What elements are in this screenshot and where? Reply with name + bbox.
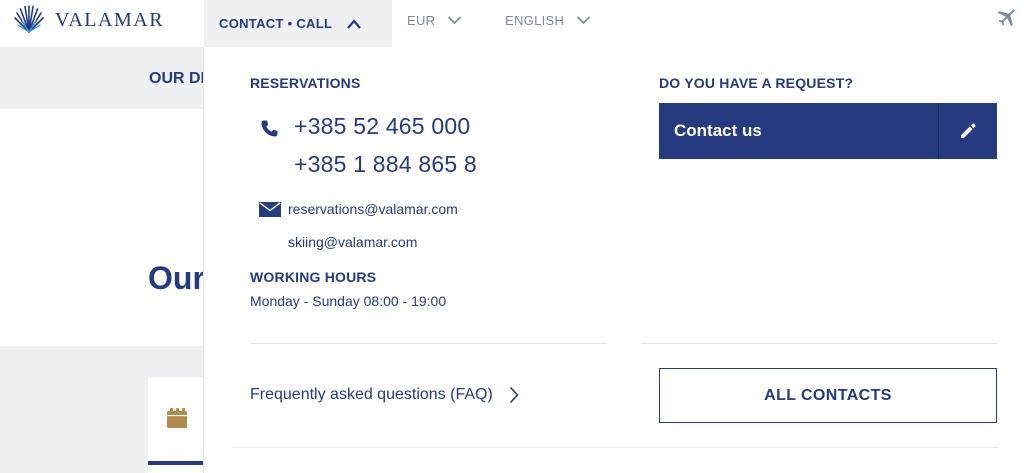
language-selector[interactable]: ENGLISH — [505, 0, 591, 40]
all-contacts-label: ALL CONTACTS — [764, 386, 892, 404]
chevron-down-icon — [577, 16, 591, 25]
email-link-skiing[interactable]: skiing@valamar.com — [288, 234, 417, 250]
currency-selector[interactable]: EUR — [407, 0, 462, 40]
phone-link-primary[interactable]: +385 52 465 000 — [294, 113, 470, 140]
contact-call-label: CONTACT • CALL — [219, 16, 333, 31]
pencil-icon — [961, 123, 976, 138]
email-link-reservations[interactable]: reservations@valamar.com — [288, 201, 458, 217]
nav-item-destinations[interactable]: OUR DESTINATIONS — [149, 70, 203, 88]
mail-icon — [259, 202, 281, 217]
phone-link-secondary[interactable]: +385 1 884 865 8 — [294, 151, 477, 178]
page-heading: Our — [148, 260, 203, 296]
brand-logo[interactable]: VALAMAR — [12, 4, 164, 36]
reservations-title: RESERVATIONS — [250, 75, 361, 91]
pencil-icon-wrap — [939, 103, 997, 159]
faq-link[interactable]: Frequently asked questions (FAQ) — [250, 386, 519, 404]
currency-label: EUR — [407, 12, 436, 28]
chevron-down-icon — [448, 16, 462, 25]
contact-dropdown-panel: RESERVATIONS +385 52 465 000 +385 1 884 … — [203, 47, 1024, 473]
divider — [250, 343, 607, 344]
working-hours-text: Monday - Sunday 08:00 - 19:00 — [250, 293, 447, 309]
chevron-right-icon — [509, 386, 519, 404]
contact-us-label: Contact us — [674, 121, 762, 140]
request-title: DO YOU HAVE A REQUEST? — [659, 75, 854, 91]
top-bar: VALAMAR CONTACT • CALL EUR ENGLISH — [0, 0, 1024, 47]
divider — [232, 447, 998, 448]
divider — [641, 343, 998, 344]
faq-label: Frequently asked questions (FAQ) — [250, 386, 493, 403]
phone-icon — [261, 120, 278, 137]
language-label: ENGLISH — [505, 12, 565, 28]
calendar-icon — [167, 408, 187, 428]
chevron-up-icon — [347, 18, 362, 29]
contact-us-button[interactable]: Contact us — [659, 103, 997, 159]
contact-call-tab[interactable]: CONTACT • CALL — [204, 0, 392, 47]
all-contacts-button[interactable]: ALL CONTACTS — [659, 368, 997, 423]
working-hours-title: WORKING HOURS — [250, 269, 377, 285]
plane-icon[interactable] — [996, 8, 1016, 28]
brand-name: VALAMAR — [55, 9, 165, 31]
valamar-fan-icon — [14, 5, 44, 33]
card-active-indicator — [148, 461, 204, 465]
